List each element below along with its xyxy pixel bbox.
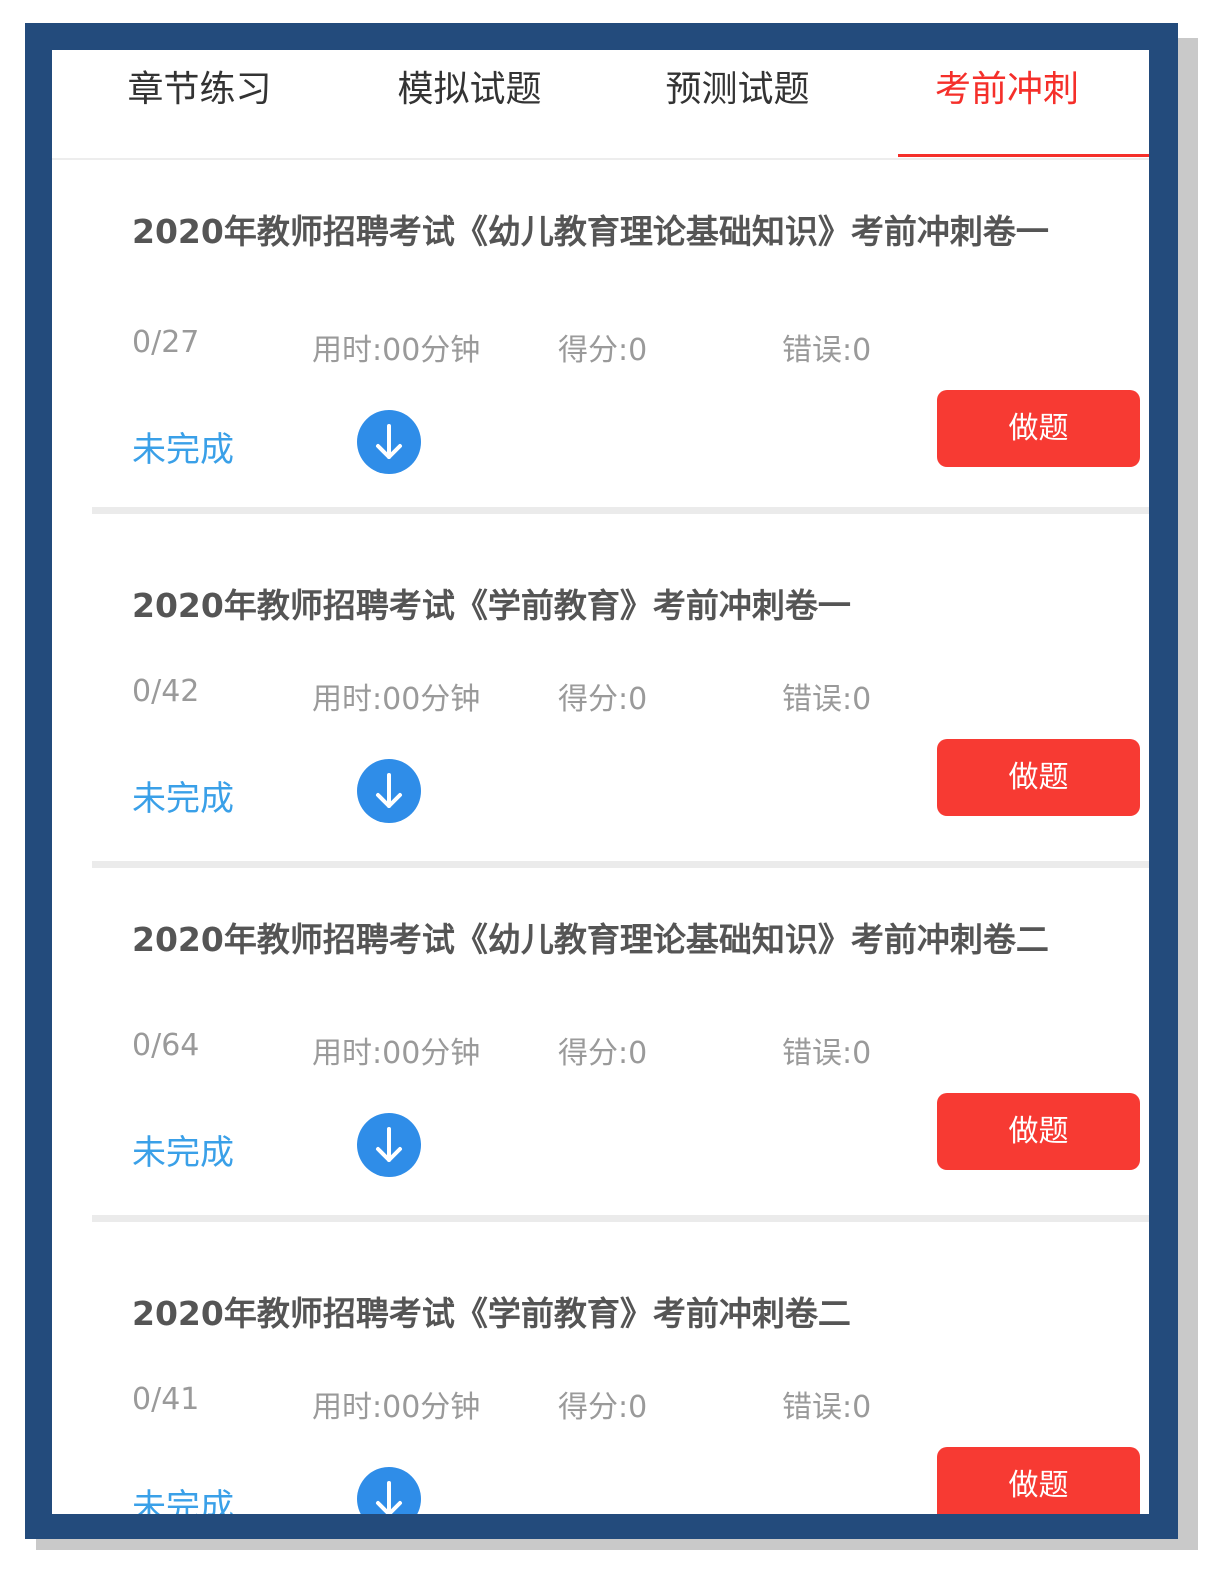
paper-time: 用时:00分钟 [312, 682, 481, 717]
active-tab-underline [898, 154, 1149, 157]
paper-time: 用时:00分钟 [312, 1390, 481, 1425]
paper-score: 得分:0 [558, 333, 648, 368]
tab-mock-exam[interactable]: 模拟试题 [362, 60, 577, 150]
paper-progress: 0/41 [132, 1382, 200, 1417]
paper-score: 得分:0 [558, 682, 648, 717]
paper-title: 2020年教师招聘考试《幼儿教育理论基础知识》考前冲刺卷二 [132, 920, 1049, 959]
paper-title: 2020年教师招聘考试《学前教育》考前冲刺卷一 [132, 586, 851, 625]
do-exercise-button[interactable]: 做题 [937, 1093, 1140, 1170]
do-exercise-button[interactable]: 做题 [937, 1447, 1140, 1514]
tab-chapter-practice[interactable]: 章节练习 [92, 60, 307, 150]
card-divider [92, 861, 1149, 868]
tab-predicted-exam[interactable]: 预测试题 [630, 60, 845, 150]
download-button[interactable] [357, 410, 421, 474]
card-divider [92, 1215, 1149, 1222]
do-exercise-button[interactable]: 做题 [937, 739, 1140, 816]
do-exercise-button[interactable]: 做题 [937, 390, 1140, 467]
paper-title: 2020年教师招聘考试《幼儿教育理论基础知识》考前冲刺卷一 [132, 212, 1049, 251]
download-arrow-icon [376, 1481, 402, 1514]
paper-score: 得分:0 [558, 1390, 648, 1425]
paper-status: 未完成 [132, 1133, 234, 1173]
paper-card: 2020年教师招聘考试《学前教育》考前冲刺卷二 0/41 用时:00分钟 得分:… [92, 1222, 1149, 1514]
paper-status: 未完成 [132, 430, 234, 470]
paper-errors: 错误:0 [782, 1390, 872, 1425]
paper-title: 2020年教师招聘考试《学前教育》考前冲刺卷二 [132, 1294, 851, 1333]
tab-bar: 章节练习 模拟试题 预测试题 考前冲刺 [52, 50, 1149, 160]
download-arrow-icon [376, 424, 402, 459]
paper-errors: 错误:0 [782, 1036, 872, 1071]
paper-errors: 错误:0 [782, 682, 872, 717]
download-arrow-icon [376, 1127, 402, 1162]
paper-progress: 0/64 [132, 1028, 200, 1063]
paper-list: 2020年教师招聘考试《幼儿教育理论基础知识》考前冲刺卷一 0/27 用时:00… [92, 160, 1149, 1514]
paper-score: 得分:0 [558, 1036, 648, 1071]
download-button[interactable] [357, 1467, 421, 1514]
paper-card: 2020年教师招聘考试《学前教育》考前冲刺卷一 0/42 用时:00分钟 得分:… [92, 514, 1149, 861]
download-button[interactable] [357, 759, 421, 823]
paper-time: 用时:00分钟 [312, 1036, 481, 1071]
device-frame: 章节练习 模拟试题 预测试题 考前冲刺 2020年教师招聘考试《幼儿教育理论基础… [25, 23, 1178, 1539]
paper-progress: 0/27 [132, 325, 200, 360]
paper-status: 未完成 [132, 1487, 234, 1514]
download-arrow-icon [376, 773, 402, 808]
paper-status: 未完成 [132, 779, 234, 819]
tab-final-sprint[interactable]: 考前冲刺 [892, 60, 1122, 150]
paper-card: 2020年教师招聘考试《幼儿教育理论基础知识》考前冲刺卷一 0/27 用时:00… [92, 160, 1149, 507]
app-screen: 章节练习 模拟试题 预测试题 考前冲刺 2020年教师招聘考试《幼儿教育理论基础… [52, 50, 1149, 1514]
card-divider [92, 507, 1149, 514]
download-button[interactable] [357, 1113, 421, 1177]
paper-card: 2020年教师招聘考试《幼儿教育理论基础知识》考前冲刺卷二 0/64 用时:00… [92, 868, 1149, 1215]
paper-errors: 错误:0 [782, 333, 872, 368]
paper-progress: 0/42 [132, 674, 200, 709]
paper-time: 用时:00分钟 [312, 333, 481, 368]
